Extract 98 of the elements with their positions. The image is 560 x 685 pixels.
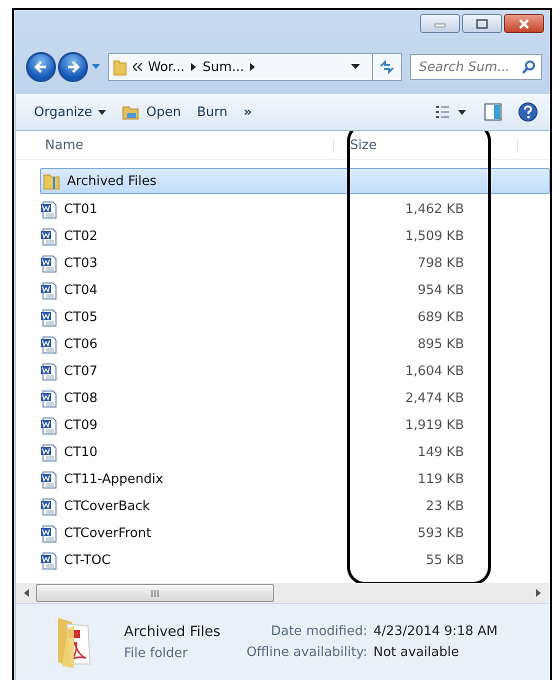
file-name: CT-TOC [64, 553, 111, 568]
file-row[interactable]: CT11-Appendix 119 KB [40, 466, 550, 493]
item-name: Archived Files [124, 624, 220, 640]
preview-pane-button[interactable] [484, 103, 502, 121]
detail-value: Not available [373, 645, 460, 660]
burn-button[interactable]: Burn [196, 104, 228, 120]
more-button[interactable]: » [244, 104, 252, 120]
file-name: Archived Files [67, 174, 157, 188]
scrollbar-thumb[interactable] [36, 584, 274, 602]
file-size: 55 KB [424, 553, 464, 568]
file-row[interactable]: CTCoverFront 593 KB [40, 520, 550, 547]
scroll-right-icon[interactable] [536, 589, 542, 597]
open-button[interactable]: Open [122, 104, 181, 120]
document-icon [40, 444, 58, 462]
maximize-icon [475, 18, 489, 28]
file-row[interactable]: CT10 149 KB [40, 439, 550, 466]
file-size: 1,462 KB [404, 202, 464, 217]
file-name: CT04 [64, 283, 98, 298]
file-name: CT01 [64, 202, 98, 217]
document-icon [40, 282, 58, 300]
caret-icon [98, 110, 106, 114]
document-icon [40, 362, 58, 380]
item-type: File folder [124, 646, 189, 660]
file-size: 689 KB [416, 310, 464, 325]
file-size: 593 KB [416, 526, 464, 541]
document-icon [40, 200, 58, 218]
file-size: 895 KB [416, 337, 464, 352]
detail-value: 4/23/2014 9:18 AM [373, 624, 498, 639]
dropdown-icon[interactable] [351, 64, 360, 70]
file-row[interactable]: Archived Files [40, 168, 550, 194]
file-row[interactable]: CT04 954 KB [40, 277, 550, 304]
file-row[interactable]: CT09 1,919 KB [40, 412, 550, 439]
file-name: CTCoverFront [64, 526, 152, 541]
file-name: CT09 [64, 418, 98, 433]
breadcrumb-arrow-icon[interactable] [250, 63, 256, 71]
column-header[interactable]: Size [334, 138, 518, 152]
file-row[interactable]: CT01 1,462 KB [40, 196, 550, 223]
file-size: 1,919 KB [404, 418, 464, 433]
search-field[interactable]: Search Sum... [410, 54, 542, 80]
forward-arrow-icon [66, 60, 80, 74]
document-icon [40, 470, 58, 488]
document-icon [40, 416, 58, 434]
folder-icon [122, 104, 140, 120]
column-header[interactable]: Name [16, 138, 334, 152]
maximize-button[interactable] [462, 14, 502, 33]
file-size: 798 KB [416, 256, 464, 271]
close-icon [517, 18, 531, 28]
breadcrumb-arrow-icon[interactable] [190, 63, 197, 71]
address-bar[interactable]: Wor... Sum... [108, 53, 402, 81]
file-size: 1,604 KB [404, 364, 464, 379]
file-name: CT03 [64, 256, 98, 271]
breadcrumb[interactable]: Sum... [202, 60, 244, 74]
help-button[interactable] [518, 102, 538, 122]
document-icon [40, 524, 58, 542]
file-row[interactable]: CTCoverBack 23 KB [40, 493, 550, 520]
folder-icon [43, 172, 61, 190]
horizontal-scrollbar[interactable] [16, 583, 550, 603]
document-icon [40, 228, 58, 246]
document-icon [40, 552, 58, 570]
minimize-button[interactable] [420, 14, 460, 33]
file-name: CT02 [64, 229, 98, 244]
close-button[interactable] [504, 14, 544, 33]
file-size: 2,474 KB [404, 391, 464, 406]
detail-label: Date modified: [270, 624, 368, 639]
file-size: 149 KB [416, 445, 464, 460]
file-row[interactable]: CT05 689 KB [40, 304, 550, 331]
folder-icon [113, 58, 127, 76]
breadcrumb[interactable]: Wor... [148, 60, 185, 74]
scroll-left-icon[interactable] [24, 589, 30, 597]
file-row[interactable]: CT08 2,474 KB [40, 385, 550, 412]
view-menu[interactable] [436, 105, 468, 119]
file-name: CT05 [64, 310, 98, 325]
organize-menu[interactable]: Organize [34, 104, 106, 120]
file-row[interactable]: CT03 798 KB [40, 250, 550, 277]
file-size: 119 KB [416, 472, 464, 487]
document-icon [40, 390, 58, 408]
document-icon [40, 254, 58, 272]
file-name: CT06 [64, 337, 98, 352]
file-size: 954 KB [416, 283, 464, 298]
forward-button[interactable] [58, 52, 88, 82]
file-row[interactable]: CT07 1,604 KB [40, 358, 550, 385]
detail-label: Offline availability: [246, 645, 368, 660]
file-size: 23 KB [424, 499, 464, 514]
file-name: CT10 [64, 445, 98, 460]
file-row[interactable]: CT-TOC 55 KB [40, 547, 550, 574]
file-size: 1,509 KB [404, 229, 464, 244]
document-icon [40, 498, 58, 516]
search-icon[interactable] [522, 60, 536, 74]
file-name: CT07 [64, 364, 98, 379]
document-icon [40, 308, 58, 326]
file-row[interactable]: CT06 895 KB [40, 331, 550, 358]
file-name: CT11-Appendix [64, 472, 164, 487]
file-row[interactable]: CT02 1,509 KB [40, 223, 550, 250]
file-name: CT08 [64, 391, 98, 406]
file-name: CTCoverBack [64, 499, 150, 514]
back-arrow-icon [34, 60, 48, 74]
back-button[interactable] [26, 52, 56, 82]
document-icon [40, 336, 58, 354]
